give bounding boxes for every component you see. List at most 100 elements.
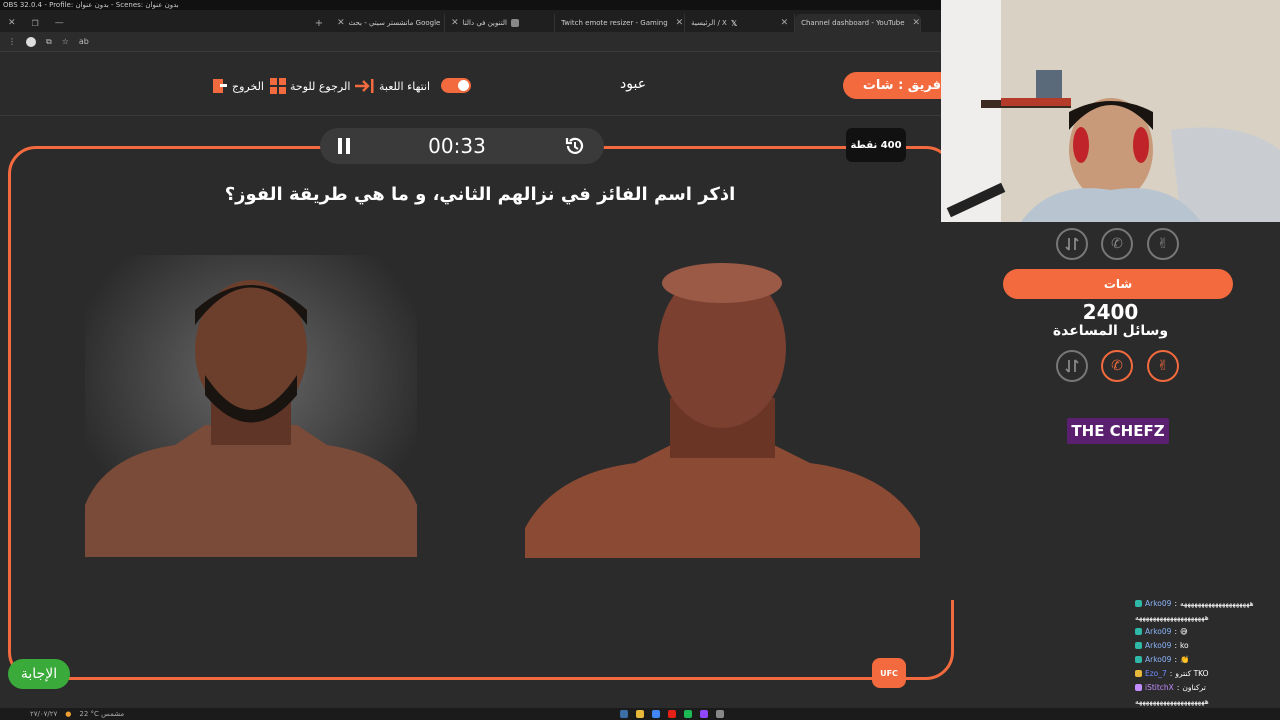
date-text: ٢٧/٠٧/٢٧ [30, 710, 58, 718]
side-panel: ✆ ✌ شات 2400 وسائل المساعدة ✆ ✌ THE CHEF… [941, 222, 1280, 600]
tab-youtube-dashboard[interactable]: Channel dashboard - YouTube ✕ [795, 14, 922, 32]
obs-title-bar: OBS 32.0.4 - Profile: بدون عنوان - Scene… [0, 0, 941, 10]
badge-icon [1135, 641, 1142, 649]
tab-label: Channel dashboard - YouTube [801, 19, 905, 27]
phone-icon: ✆ [1111, 358, 1123, 374]
end-game-toggle[interactable] [441, 78, 471, 93]
chat-message: Arko09: 👏 [1132, 652, 1280, 666]
chat-user: Arko09 [1145, 654, 1172, 664]
help-tools-label: وسائل المساعدة [1052, 323, 1169, 339]
tab-label: التنوين في دالتا [462, 19, 507, 27]
back-to-board-label: الرجوع للوحة [290, 79, 351, 93]
address-bar: ⋮ ⧉ ☆ ab [0, 32, 941, 52]
taskbar-app-icon[interactable] [636, 710, 645, 718]
chat-text: ko [1179, 640, 1189, 650]
chat-text: كنترو TKO [1175, 668, 1209, 678]
tab-google-search[interactable]: ✕ ماتشستر سيتي - بحث Google [331, 14, 446, 32]
webcam-illustration [941, 0, 1280, 222]
end-game-label: انتهاء اللعبة [379, 79, 431, 93]
chat-message: iStitchX: تركناون [1132, 680, 1280, 694]
browser-tab-strip: ✕ ❐ — + ✕ ماتشستر سيتي - بحث Google ✕ ال… [0, 10, 941, 32]
chat-message: Ezo_7: كنترو TKO [1132, 666, 1280, 680]
lifeline-swap-button[interactable] [1056, 228, 1088, 260]
url-text[interactable]: ab [79, 37, 89, 46]
taskbar: ٢٧/٠٧/٢٧ ● 22 °C مشمس [0, 708, 1280, 720]
badge-icon [1135, 655, 1142, 663]
chat-text: ههههههههههههههههههههه [1179, 598, 1254, 608]
chat-text: ههههههههههههههههههههه [1135, 612, 1209, 622]
taskbar-app-icon[interactable] [684, 710, 693, 718]
lifeline-swap-button-2[interactable] [1056, 350, 1088, 382]
answer-button[interactable]: الإجابة [8, 659, 70, 689]
chat-user: iStitchX [1145, 682, 1174, 692]
tab-close-icon[interactable]: ✕ [451, 18, 459, 28]
chat-text: 👏 [1179, 654, 1190, 664]
tab-label: ماتشستر سيتي - بحث Google [348, 19, 441, 27]
exit-label: الخروج [232, 79, 264, 93]
chat-user: Ezo_7 [1145, 668, 1167, 678]
tab-x-home[interactable]: الرئيسية / X 𝕏 ✕ [685, 14, 796, 32]
chat-message: Arko09: 😅 [1132, 624, 1280, 638]
window-restore-icon[interactable]: ❐ [24, 19, 47, 28]
lifeline-call-button[interactable]: ✆ [1101, 228, 1133, 260]
side-team-pill: شات [1003, 269, 1233, 299]
back-to-board-button[interactable]: الرجوع للوحة [270, 78, 350, 94]
exit-icon [213, 79, 227, 93]
swap-icon [1065, 359, 1079, 373]
extensions-icon[interactable]: ⧉ [46, 37, 52, 47]
bookmark-star-icon[interactable]: ☆ [62, 37, 69, 46]
chat-message: Arko09: ko [1132, 638, 1280, 652]
profile-icon[interactable] [26, 36, 36, 47]
tab-close-icon[interactable]: ✕ [337, 18, 345, 28]
peace-hand-icon: ✌ [1157, 236, 1169, 252]
menu-dots-icon[interactable]: ⋮ [8, 37, 16, 46]
exit-button[interactable]: الخروج [212, 78, 264, 94]
lifeline-double-button-2[interactable]: ✌ [1147, 350, 1179, 382]
arrow-exit-icon [355, 79, 374, 93]
lifeline-double-button[interactable]: ✌ [1147, 228, 1179, 260]
tab-close-icon[interactable]: ✕ [781, 18, 789, 28]
phone-icon: ✆ [1111, 236, 1123, 252]
end-game-button[interactable]: انتهاء اللعبة [355, 78, 430, 94]
taskbar-app-icon[interactable] [652, 710, 661, 718]
taskbar-app-icon[interactable] [700, 710, 709, 718]
stream-chat: Arko09: ههههههههههههههههههههه ههههههههههه… [1132, 596, 1280, 708]
peace-hand-icon: ✌ [1157, 358, 1169, 374]
lifeline-call-button-2[interactable]: ✆ [1101, 350, 1133, 382]
weather-text: 22 °C مشمس [79, 710, 125, 718]
question-text: اذكر اسم الفائز في نزالهم الثاني، و ما ه… [224, 184, 736, 205]
badge-icon [1135, 683, 1142, 691]
reset-timer-icon[interactable] [564, 135, 586, 157]
sponsor-logo: THE CHEFZ [1067, 418, 1169, 444]
webcam-feed [941, 0, 1280, 222]
chat-message: Arko09: ههههههههههههههههههههه [1132, 596, 1280, 610]
taskbar-app-icon[interactable] [668, 710, 677, 718]
taskbar-app-icon[interactable] [620, 710, 629, 718]
taskbar-app-icon[interactable] [716, 710, 725, 718]
team-turn-pill: ر فريق : شات [843, 72, 953, 99]
chat-user: Arko09 [1145, 640, 1172, 650]
fighter-image-right [525, 258, 920, 558]
points-badge: 400 نقطة [846, 128, 906, 162]
tab-label: الرئيسية / X [691, 19, 727, 27]
tab-close-icon[interactable]: ✕ [676, 18, 684, 28]
tab-close-icon[interactable]: ✕ [913, 18, 921, 28]
chat-text: ههههههههههههههههههههه [1135, 696, 1209, 706]
fighter-left-illustration [85, 255, 417, 557]
window-minimize-icon[interactable]: — [47, 18, 307, 28]
category-badge: UFC [872, 658, 906, 688]
chat-user: Arko09 [1145, 626, 1172, 636]
window-close-icon[interactable]: ✕ [0, 18, 24, 28]
chat-text: 😅 [1179, 626, 1188, 636]
timer-bar: 00:33 [320, 128, 604, 164]
timer-display: 00:33 [428, 134, 486, 158]
pause-icon[interactable] [338, 138, 350, 154]
weather-icon: ● [65, 710, 72, 718]
new-tab-icon[interactable]: + [307, 18, 331, 29]
swap-icon [1065, 237, 1079, 251]
badge-icon [1135, 669, 1142, 677]
grid-icon [270, 78, 286, 94]
chat-user: Arko09 [1145, 598, 1172, 608]
tab-twitch-emote[interactable]: Twitch emote resizer - Gaming ✕ [555, 14, 686, 32]
tab-tanween[interactable]: ✕ التنوين في دالتا [445, 14, 556, 32]
